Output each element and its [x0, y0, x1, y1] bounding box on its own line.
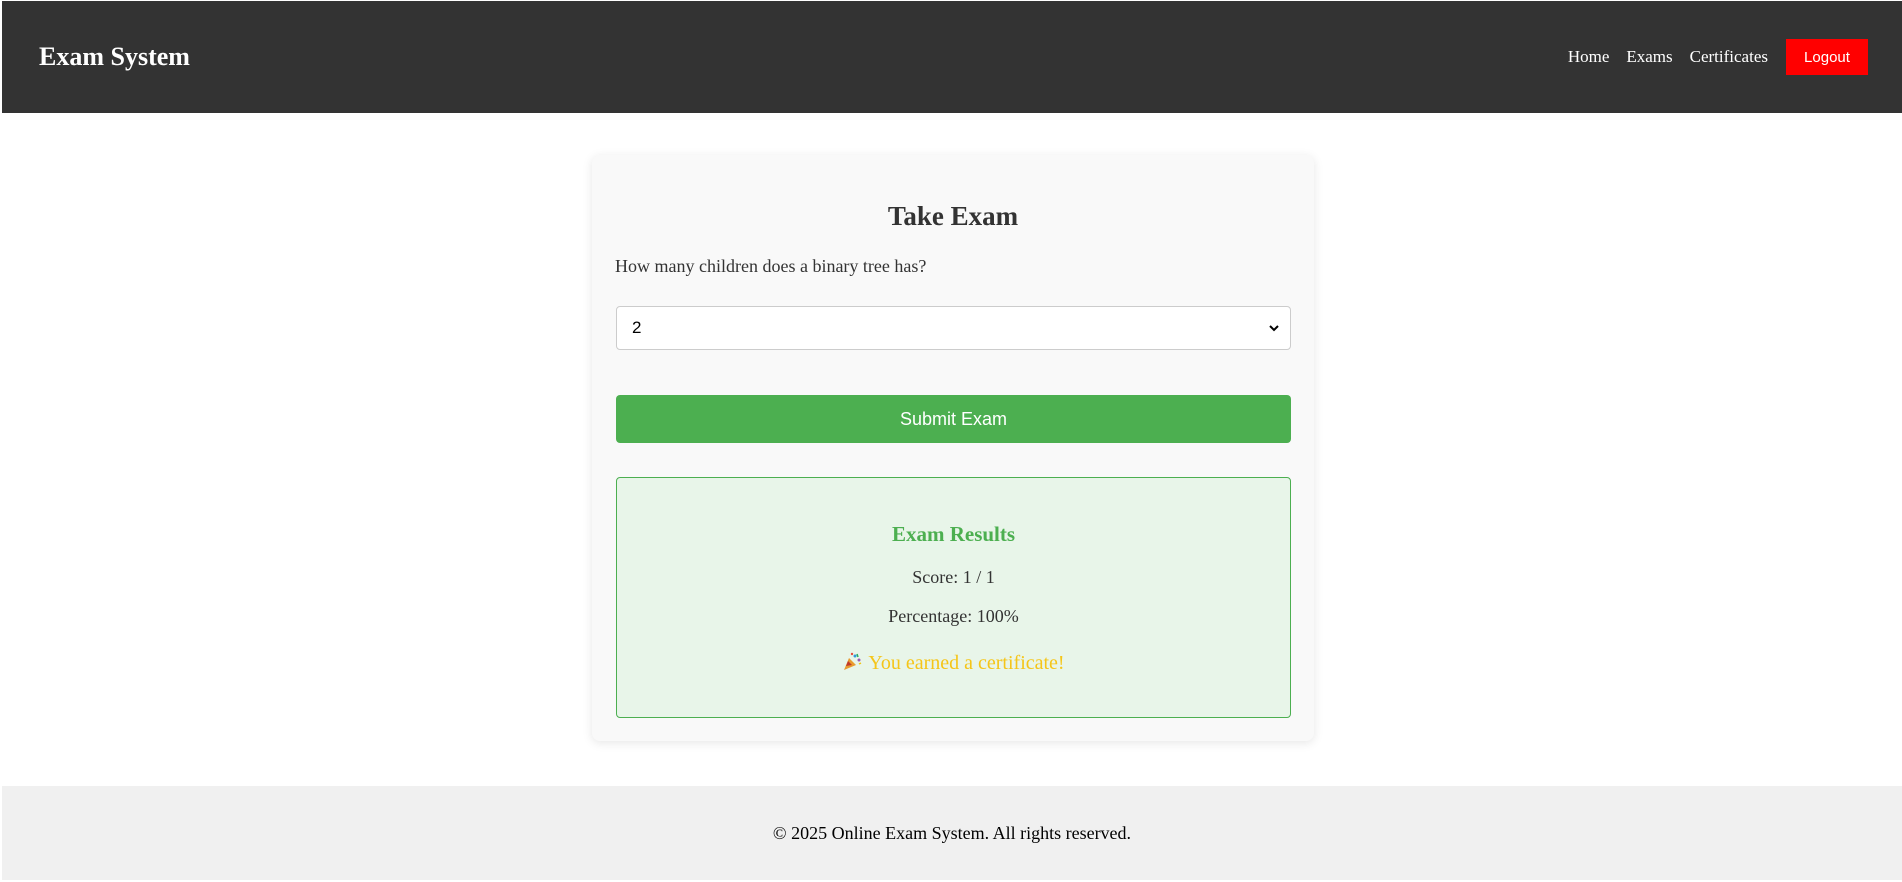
- footer-copyright: © 2025 Online Exam System. All rights re…: [772, 822, 1132, 843]
- footer: © 2025 Online Exam System. All rights re…: [2, 786, 1902, 880]
- score-text: Score: 1 / 1: [912, 567, 995, 587]
- certificate-message-text: You earned a certificate!: [868, 652, 1065, 674]
- party-popper-icon: [842, 652, 862, 672]
- answer-select-value: 2: [632, 318, 642, 337]
- nav-link-home[interactable]: Home: [1568, 47, 1610, 67]
- logout-button[interactable]: Logout: [1786, 39, 1868, 75]
- question-text: How many children does a binary tree has…: [615, 256, 927, 276]
- percentage-text: Percentage: 100%: [888, 606, 1019, 626]
- results-panel: Exam Results Score: 1 / 1 Percentage: 10…: [616, 477, 1291, 718]
- nav-links: Home Exams Certificates Logout: [1568, 39, 1868, 75]
- submit-exam-button[interactable]: Submit Exam: [616, 395, 1291, 443]
- chevron-down-icon: [1268, 322, 1280, 334]
- answer-select[interactable]: 2: [616, 306, 1291, 350]
- nav-link-certificates[interactable]: Certificates: [1690, 47, 1768, 67]
- results-title: Exam Results: [891, 522, 1016, 546]
- brand-title: Exam System: [39, 42, 190, 71]
- nav-link-exams[interactable]: Exams: [1626, 47, 1672, 67]
- top-navbar: Exam System Home Exams Certificates Logo…: [2, 1, 1902, 113]
- certificate-message: You earned a certificate!: [617, 652, 1290, 675]
- exam-card: Take Exam How many children does a binar…: [592, 155, 1314, 741]
- page-title: Take Exam: [887, 201, 1019, 231]
